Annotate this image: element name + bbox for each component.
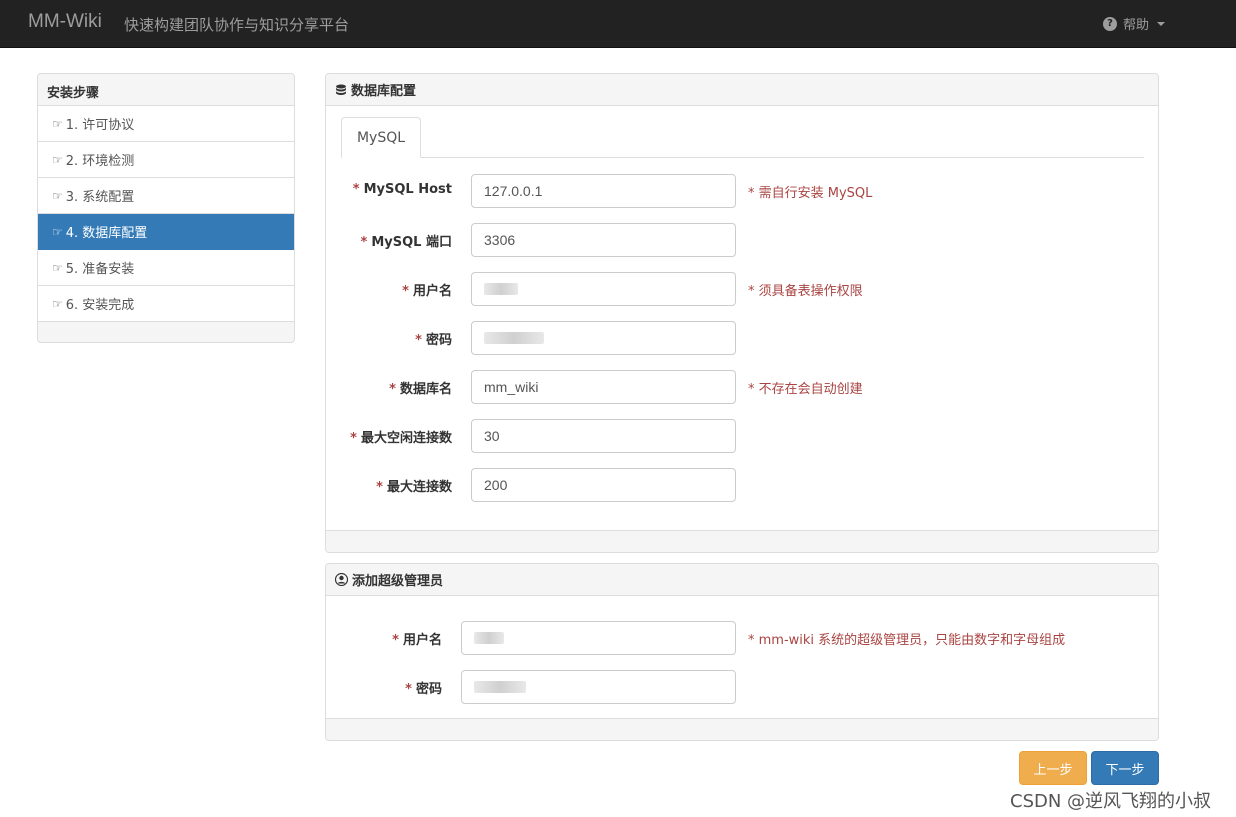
db-type-tabs: MySQL	[341, 117, 1144, 158]
admin-panel: 添加超级管理员 * 用户名 * mm-wiki 系统的超级管理员，只能由数字和字母…	[325, 563, 1159, 741]
max-idle-conns-input[interactable]: 30	[471, 419, 736, 453]
step-label: 6. 安装完成	[65, 298, 135, 313]
prev-step-button[interactable]: 上一步	[1019, 751, 1087, 785]
step-item-env-check[interactable]: ☞ 2. 环境检测	[38, 142, 294, 178]
admin-password-input[interactable]	[461, 670, 736, 704]
help-label: 帮助	[1123, 18, 1150, 33]
form-row-admin-password: * 密码	[326, 670, 1158, 704]
step-label: 4. 数据库配置	[65, 226, 148, 241]
step-item-prepare-install[interactable]: ☞ 5. 准备安装	[38, 250, 294, 286]
field-label-mysql-port: * MySQL 端口	[360, 235, 452, 250]
form-row-max-idle-conns: * 最大空闲连接数 30	[326, 419, 1158, 453]
brand-slogan: 快速构建团队协作与知识分享平台	[124, 16, 350, 34]
form-row-mysql-port: * MySQL 端口 3306	[326, 223, 1158, 257]
hand-pointer-icon: ☞	[52, 224, 63, 239]
db-config-footer	[326, 530, 1158, 552]
step-item-install-complete[interactable]: ☞ 6. 安装完成	[38, 286, 294, 322]
database-icon	[336, 84, 346, 95]
csdn-watermark: CSDN @逆风飞翔的小叔	[1010, 791, 1212, 812]
mysql-host-input[interactable]: 127.0.0.1	[471, 174, 736, 208]
form-row-mysql-host: * MySQL Host 127.0.0.1 * 需自行安装 MySQL	[326, 174, 1158, 208]
db-name-input[interactable]: mm_wiki	[471, 370, 736, 404]
help-menu[interactable]: ? 帮助	[1103, 14, 1166, 33]
admin-username-input[interactable]	[461, 621, 736, 655]
step-item-license[interactable]: ☞ 1. 许可协议	[38, 106, 294, 142]
redacted-value	[484, 283, 518, 295]
next-step-button[interactable]: 下一步	[1091, 751, 1159, 785]
field-label-mysql-host: * MySQL Host	[352, 182, 452, 197]
step-item-system-config[interactable]: ☞ 3. 系统配置	[38, 178, 294, 214]
admin-title: 添加超级管理员	[352, 574, 444, 589]
step-item-db-config[interactable]: ☞ 4. 数据库配置	[38, 214, 294, 250]
user-circle-icon	[335, 573, 348, 586]
brand-logo[interactable]: MM-Wiki	[28, 11, 102, 33]
hand-pointer-icon: ☞	[52, 116, 63, 131]
form-row-max-open-conns: * 最大连接数 200	[326, 468, 1158, 502]
max-open-conns-input[interactable]: 200	[471, 468, 736, 502]
db-password-input[interactable]	[471, 321, 736, 355]
redacted-value	[474, 632, 504, 644]
redacted-value	[474, 681, 526, 693]
hand-pointer-icon: ☞	[52, 188, 63, 203]
install-steps-panel: 安装步骤 ☞ 1. 许可协议 ☞ 2. 环境检测 ☞ 3. 系统配置 ☞ 4. …	[37, 73, 295, 343]
mysql-port-input[interactable]: 3306	[471, 223, 736, 257]
tab-mysql[interactable]: MySQL	[341, 117, 421, 158]
caret-down-icon	[1157, 21, 1166, 26]
field-label-admin-username: * 用户名	[392, 633, 442, 648]
top-navbar: MM-Wiki 快速构建团队协作与知识分享平台 ? 帮助	[0, 0, 1236, 48]
form-row-db-name: * 数据库名 mm_wiki * 不存在会自动创建	[326, 370, 1158, 404]
db-config-title: 数据库配置	[351, 84, 417, 99]
form-row-admin-username: * 用户名 * mm-wiki 系统的超级管理员，只能由数字和字母组成	[326, 621, 1158, 655]
step-label: 5. 准备安装	[65, 262, 135, 277]
step-label: 1. 许可协议	[65, 118, 135, 133]
field-hint-db-username: * 须具备表操作权限	[748, 284, 863, 299]
db-username-input[interactable]	[471, 272, 736, 306]
field-hint-admin-username: * mm-wiki 系统的超级管理员，只能由数字和字母组成	[748, 633, 1066, 648]
install-steps-title: 安装步骤	[38, 74, 294, 106]
field-label-db-username: * 用户名	[402, 284, 452, 299]
field-hint-mysql-host: * 需自行安装 MySQL	[748, 186, 873, 201]
hand-pointer-icon: ☞	[52, 296, 63, 311]
hand-pointer-icon: ☞	[52, 152, 63, 167]
form-row-db-password: * 密码	[326, 321, 1158, 355]
question-icon: ?	[1103, 16, 1117, 31]
step-label: 2. 环境检测	[65, 154, 135, 169]
step-label: 3. 系统配置	[65, 190, 135, 205]
field-label-admin-password: * 密码	[405, 682, 442, 697]
hand-pointer-icon: ☞	[52, 260, 63, 275]
admin-footer	[326, 718, 1158, 740]
field-label-db-password: * 密码	[415, 333, 452, 348]
field-label-max-idle-conns: * 最大空闲连接数	[350, 431, 452, 446]
form-row-db-username: * 用户名 * 须具备表操作权限	[326, 272, 1158, 306]
field-label-max-open-conns: * 最大连接数	[376, 480, 452, 495]
field-label-db-name: * 数据库名	[389, 382, 452, 397]
admin-header: 添加超级管理员	[326, 564, 1158, 596]
redacted-value	[484, 332, 544, 344]
db-config-header: 数据库配置	[326, 74, 1158, 106]
db-config-panel: 数据库配置 MySQL * MySQL Host 127.0.0.1 * 需自行安…	[325, 73, 1159, 553]
field-hint-db-name: * 不存在会自动创建	[748, 382, 863, 397]
